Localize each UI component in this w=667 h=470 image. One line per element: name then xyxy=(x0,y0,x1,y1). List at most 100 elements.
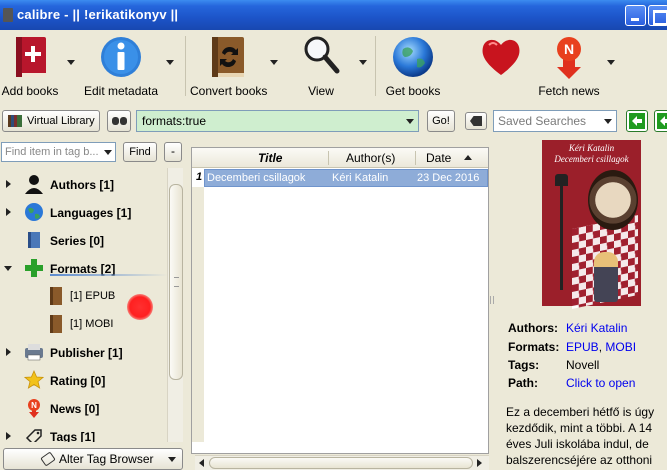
add-books-button[interactable]: Add books xyxy=(0,30,60,104)
tag-category-tags[interactable]: Tags [1] xyxy=(0,422,168,442)
collapse-all-button[interactable]: - xyxy=(164,142,182,162)
tag-category-rating[interactable]: Rating [0] xyxy=(0,366,168,394)
scroll-left-icon[interactable] xyxy=(199,459,204,467)
publisher-icon xyxy=(25,344,43,361)
search-history-dropdown-icon[interactable] xyxy=(406,119,414,124)
news-icon: N xyxy=(28,399,40,418)
row-cells[interactable]: Decemberi csillagok Kéri Katalin 23 Dec … xyxy=(204,169,488,187)
book-icon xyxy=(50,287,62,305)
row-number: 1 xyxy=(196,171,203,183)
window-title: calibre - || !erikatikonyv || xyxy=(17,7,179,22)
get-books-button[interactable]: Get books xyxy=(384,30,442,104)
book-list: Title Author(s) Date 1 Decemberi csillag… xyxy=(191,147,489,454)
info-icon xyxy=(101,37,141,77)
column-date[interactable]: Date xyxy=(426,151,451,165)
expand-arrow-icon[interactable] xyxy=(6,208,11,216)
expand-arrow-icon[interactable] xyxy=(6,180,11,188)
book-list-horizontal-scrollbar[interactable] xyxy=(195,455,489,470)
book-date-cell[interactable]: 23 Dec 2016 xyxy=(417,172,479,184)
tag-category-languages[interactable]: Languages [1] xyxy=(0,198,168,226)
tag-browser: Find item in tag b... Find - Authors [1]… xyxy=(0,140,186,470)
cover-author: Kéri Katalin xyxy=(568,143,615,153)
edit-metadata-button[interactable]: Edit metadata xyxy=(84,30,158,104)
view-button[interactable]: View xyxy=(296,30,346,104)
tag-category-series[interactable]: Series [0] xyxy=(0,226,168,254)
chevron-down-icon xyxy=(168,457,176,462)
star-icon xyxy=(24,370,44,389)
clear-search-icon[interactable] xyxy=(465,112,487,130)
scroll-right-icon[interactable] xyxy=(477,459,482,467)
column-authors[interactable]: Author(s) xyxy=(346,151,395,165)
find-tag-input[interactable]: Find item in tag b... xyxy=(1,142,116,162)
search-bar: Virtual Library formats:true Go! Saved S… xyxy=(0,108,667,138)
panel-splitter[interactable] xyxy=(490,296,494,304)
scrollbar-thumb[interactable] xyxy=(209,457,473,469)
book-comments: Ez a decemberi hétfő is úgy kezdődik, mi… xyxy=(506,405,655,470)
alter-tag-browser-button[interactable]: Alter Tag Browser xyxy=(3,448,183,470)
toolbar-separator xyxy=(185,36,186,96)
svg-text:N: N xyxy=(31,401,37,410)
search-query: formats:true xyxy=(142,114,207,128)
tag-category-publisher[interactable]: Publisher [1] xyxy=(0,338,168,366)
cover-figure xyxy=(594,252,618,302)
detail-label: Formats: xyxy=(508,340,560,354)
view-dropdown-icon[interactable] xyxy=(359,60,367,65)
tag-item-label: [1] EPUB xyxy=(70,290,116,302)
cover-lamp-post xyxy=(560,180,563,290)
binoculars-icon[interactable] xyxy=(107,110,131,132)
tag-category-label: Tags [1] xyxy=(50,430,96,442)
fetch-news-dropdown-icon[interactable] xyxy=(607,60,615,65)
detail-label: Authors: xyxy=(508,321,558,335)
edit-metadata-dropdown-icon[interactable] xyxy=(166,60,174,65)
collapse-arrow-icon[interactable] xyxy=(4,266,12,271)
convert-books-button[interactable]: Convert books xyxy=(190,30,267,104)
convert-icon xyxy=(212,37,244,77)
saved-searches-select[interactable]: Saved Searches xyxy=(493,110,617,132)
go-button[interactable]: Go! xyxy=(427,110,455,132)
format-epub-link[interactable]: EPUB xyxy=(566,340,599,354)
column-separator[interactable] xyxy=(415,151,416,165)
tag-category-authors[interactable]: Authors [1] xyxy=(0,170,168,198)
scrollbar-thumb[interactable] xyxy=(169,184,183,380)
detail-label: Path: xyxy=(508,376,538,390)
chevron-down-icon[interactable] xyxy=(104,150,112,155)
path-link[interactable]: Click to open xyxy=(566,376,635,390)
book-author-cell[interactable]: Kéri Katalin xyxy=(332,172,388,184)
format-mobi-link[interactable]: MOBI xyxy=(605,340,636,354)
convert-books-dropdown-icon[interactable] xyxy=(270,60,278,65)
title-bar: calibre - || !erikatikonyv || xyxy=(0,0,667,30)
globe-icon xyxy=(25,203,43,221)
toolbar-separator xyxy=(375,36,376,96)
calibre-app-icon[interactable] xyxy=(3,8,13,22)
expand-arrow-icon[interactable] xyxy=(6,348,11,356)
find-button[interactable]: Find xyxy=(123,142,157,162)
copy-search-icon[interactable] xyxy=(626,110,648,132)
virtual-library-button[interactable]: Virtual Library xyxy=(2,110,100,132)
search-input[interactable]: formats:true xyxy=(136,110,419,132)
tag-category-label: Publisher [1] xyxy=(50,346,123,360)
add-book-icon xyxy=(16,37,46,77)
tag-category-news[interactable]: N News [0] xyxy=(0,394,168,422)
save-search-icon[interactable] xyxy=(654,110,667,132)
formats-value: EPUB, MOBI xyxy=(566,340,636,354)
news-icon: N xyxy=(557,37,581,79)
fetch-news-button[interactable]: N Fetch news xyxy=(536,30,602,104)
tag-category-formats[interactable]: Formats [2] xyxy=(0,254,168,282)
library-icon xyxy=(8,115,22,127)
fetch-news-label: Fetch news xyxy=(538,84,600,98)
maximize-button[interactable] xyxy=(648,5,667,26)
sort-ascending-icon[interactable] xyxy=(464,155,472,160)
book-title-cell[interactable]: Decemberi csillagok xyxy=(207,172,305,184)
column-title[interactable]: Title xyxy=(258,151,282,165)
table-row[interactable]: 1 Decemberi csillagok Kéri Katalin 23 De… xyxy=(192,169,488,187)
author-link[interactable]: Kéri Katalin xyxy=(566,321,627,335)
expand-arrow-icon[interactable] xyxy=(6,432,11,440)
column-separator[interactable] xyxy=(328,151,329,165)
minimize-button[interactable] xyxy=(625,5,646,26)
add-books-dropdown-icon[interactable] xyxy=(67,60,75,65)
book-cover[interactable]: Kéri Katalin Decemberi csillagok xyxy=(542,140,641,310)
tag-category-label: Series [0] xyxy=(50,234,105,248)
tags-value[interactable]: Novell xyxy=(566,358,599,372)
tag-browser-scrollbar[interactable] xyxy=(167,168,183,442)
donate-button[interactable] xyxy=(474,30,528,104)
